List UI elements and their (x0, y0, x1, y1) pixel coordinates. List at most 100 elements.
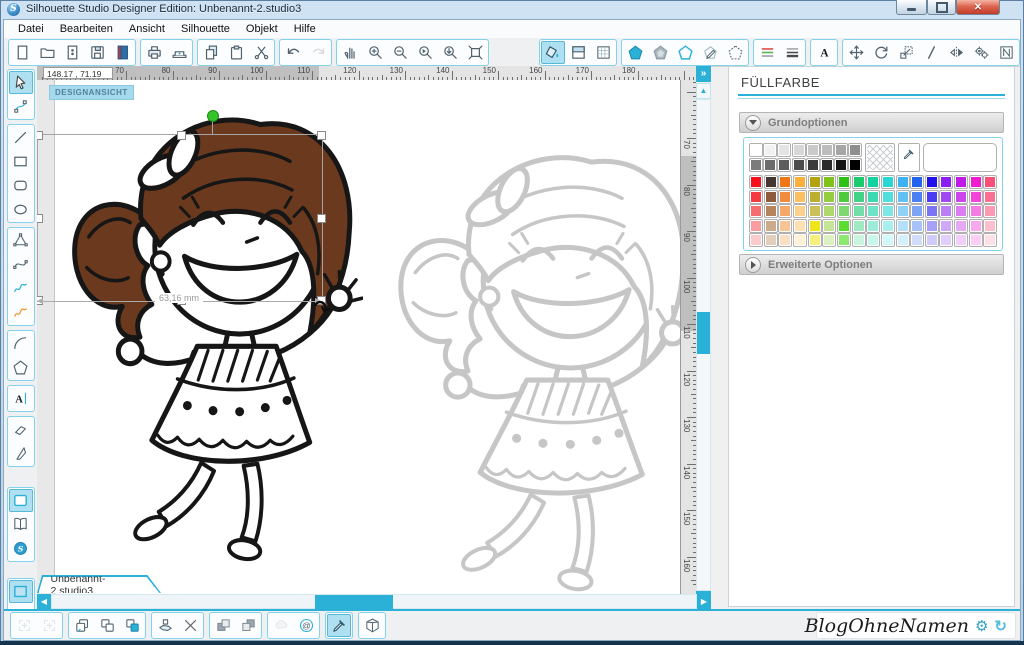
zoom-out-button[interactable] (388, 41, 412, 64)
swatch-gray-1-7[interactable] (848, 158, 862, 172)
swatch-gray-0-2[interactable] (777, 143, 791, 157)
menu-hilfe[interactable]: Hilfe (286, 21, 324, 38)
swatch-gray-1-5[interactable] (820, 158, 834, 172)
vertical-scroll-thumb[interactable] (697, 312, 710, 354)
library-view-button[interactable] (9, 513, 33, 536)
transparent-fill-swatch[interactable] (865, 143, 895, 172)
swatch-gray-0-1[interactable] (763, 143, 777, 157)
horizontal-scroll-track[interactable] (51, 594, 697, 609)
line-style-button[interactable] (780, 41, 804, 64)
scroll-right-button[interactable]: ▶ (697, 594, 711, 609)
knife-tool-button[interactable] (9, 442, 33, 465)
selection-handle-w[interactable] (37, 214, 43, 223)
color-picker-button[interactable] (327, 614, 351, 637)
object-properties-button[interactable] (360, 614, 384, 637)
eraser-tool-button[interactable] (9, 418, 33, 441)
selection-handle-ne[interactable] (317, 131, 326, 140)
maximize-button[interactable] (927, 0, 956, 15)
weld-button[interactable] (153, 614, 177, 637)
swatch-color-4-13[interactable] (939, 233, 953, 247)
swatch-color-0-14[interactable] (954, 175, 968, 189)
swatch-color-0-5[interactable] (822, 175, 836, 189)
swatch-color-0-3[interactable] (793, 175, 807, 189)
swatch-color-3-13[interactable] (939, 219, 953, 233)
menu-objekt[interactable]: Objekt (238, 21, 286, 38)
rhinestone-apply-button[interactable] (294, 614, 318, 637)
horizontal-scrollbar[interactable]: ◀ ▶ (37, 594, 711, 609)
swatch-gray-1-1[interactable] (763, 158, 777, 172)
close-button[interactable]: ✕ (956, 0, 1000, 15)
title-bar[interactable]: S Silhouette Studio Designer Edition: Un… (0, 0, 1024, 19)
replicate-button[interactable] (944, 41, 968, 64)
swatch-color-1-2[interactable] (778, 190, 792, 204)
swatch-color-4-12[interactable] (925, 233, 939, 247)
swatch-color-4-1[interactable] (764, 233, 778, 247)
swatch-color-4-11[interactable] (910, 233, 924, 247)
swatch-color-3-16[interactable] (983, 219, 997, 233)
swatch-color-1-12[interactable] (925, 190, 939, 204)
smooth-freehand-tool-button[interactable] (9, 301, 33, 324)
panel-expand-button[interactable]: » (696, 66, 711, 82)
swatch-color-3-2[interactable] (778, 219, 792, 233)
transform-rotate-button[interactable] (869, 41, 893, 64)
design-page-view-button[interactable] (9, 489, 33, 512)
swatch-color-1-13[interactable] (939, 190, 953, 204)
swatch-color-0-8[interactable] (866, 175, 880, 189)
no-fill-button[interactable] (723, 41, 747, 64)
swatch-color-3-11[interactable] (910, 219, 924, 233)
swatch-color-4-9[interactable] (881, 233, 895, 247)
fill-eyedropper-button[interactable] (698, 41, 722, 64)
delete-button[interactable] (178, 614, 202, 637)
curve-tool-button[interactable] (9, 253, 33, 276)
swatch-color-4-8[interactable] (866, 233, 880, 247)
document-tab[interactable]: Unbenannt-2.studio3 ✕ (37, 575, 161, 593)
swatch-color-3-1[interactable] (764, 219, 778, 233)
swatch-color-2-12[interactable] (925, 204, 939, 218)
swatch-color-0-2[interactable] (778, 175, 792, 189)
swatch-color-3-6[interactable] (837, 219, 851, 233)
swatch-color-2-13[interactable] (939, 204, 953, 218)
advanced-options-header[interactable]: Erweiterte Optionen (739, 254, 1004, 275)
select-tool-button[interactable] (9, 71, 33, 94)
transform-move-button[interactable] (844, 41, 868, 64)
swatch-color-1-3[interactable] (793, 190, 807, 204)
fill-pattern-button[interactable] (673, 41, 697, 64)
modify-weld-button[interactable] (969, 41, 993, 64)
swatch-color-2-4[interactable] (808, 204, 822, 218)
swatch-color-4-16[interactable] (983, 233, 997, 247)
girl-artwork-outline[interactable] (393, 136, 696, 598)
swatch-color-3-14[interactable] (954, 219, 968, 233)
transform-scale-button[interactable] (894, 41, 918, 64)
swatch-color-1-6[interactable] (837, 190, 851, 204)
freehand-tool-button[interactable] (9, 277, 33, 300)
swatch-gray-0-0[interactable] (749, 143, 763, 157)
save-to-library-button[interactable] (110, 41, 134, 64)
swatch-color-0-4[interactable] (808, 175, 822, 189)
swatch-color-2-15[interactable] (969, 204, 983, 218)
menu-silhouette[interactable]: Silhouette (173, 21, 238, 38)
transform-shear-button[interactable] (919, 41, 943, 64)
swatch-color-2-14[interactable] (954, 204, 968, 218)
vertical-scrollbar[interactable]: » ▲ ▼ (696, 66, 711, 607)
swatch-color-0-0[interactable] (749, 175, 763, 189)
swatch-color-2-1[interactable] (764, 204, 778, 218)
swatch-color-1-8[interactable] (866, 190, 880, 204)
basic-options-header[interactable]: Grundoptionen (739, 112, 1004, 133)
print-button[interactable] (142, 41, 166, 64)
menu-ansicht[interactable]: Ansicht (121, 21, 173, 38)
swatch-gray-1-4[interactable] (806, 158, 820, 172)
swatch-color-0-11[interactable] (910, 175, 924, 189)
swatch-color-4-6[interactable] (837, 233, 851, 247)
bring-to-front-button[interactable] (211, 614, 235, 637)
edit-points-tool-button[interactable] (9, 95, 33, 118)
send-to-silhouette-button[interactable] (167, 41, 191, 64)
send-to-back-button[interactable] (236, 614, 260, 637)
swatch-color-2-0[interactable] (749, 204, 763, 218)
selection-handle-nw[interactable] (37, 131, 43, 140)
swatch-color-2-10[interactable] (896, 204, 910, 218)
page-settings-button[interactable] (566, 41, 590, 64)
swatch-gray-0-5[interactable] (820, 143, 834, 157)
swatch-gray-0-3[interactable] (792, 143, 806, 157)
swatch-color-3-10[interactable] (896, 219, 910, 233)
swatch-color-0-6[interactable] (837, 175, 851, 189)
